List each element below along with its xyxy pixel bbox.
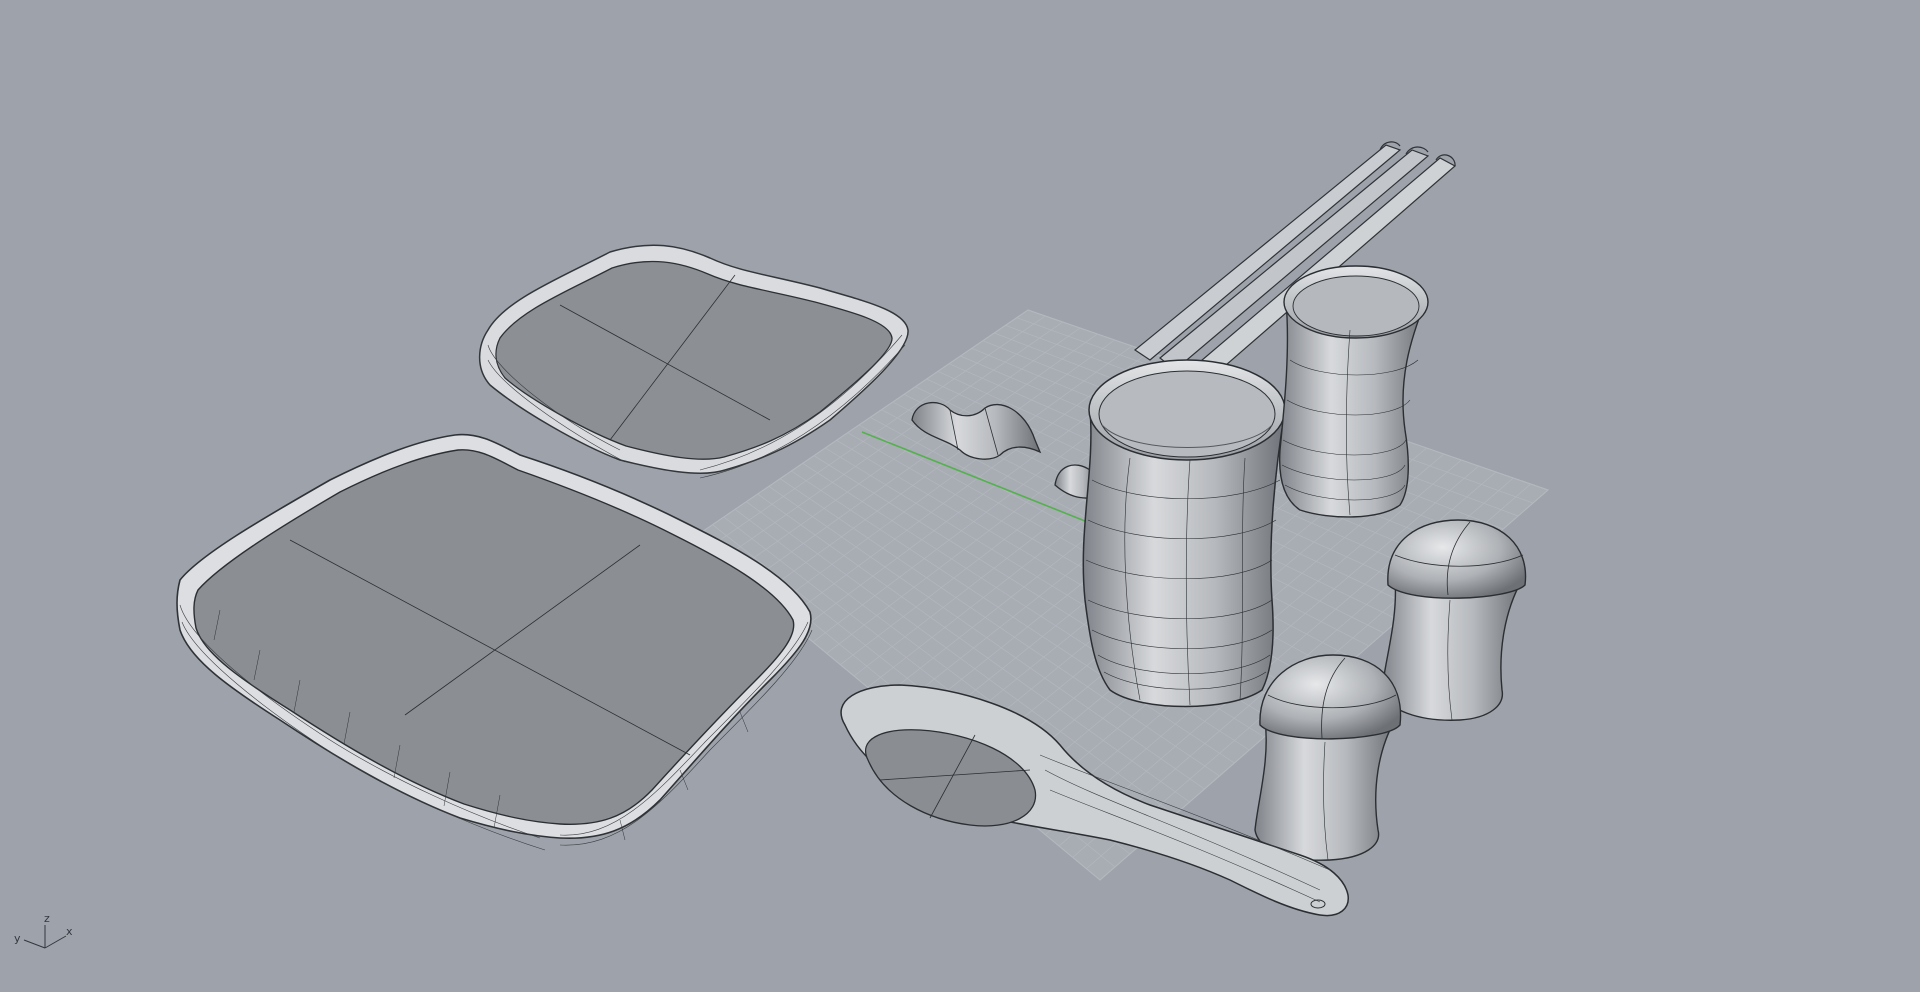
axis-widget: z x y [14,912,73,949]
pepper-shaker[interactable] [1254,654,1402,861]
axis-label-y: y [14,932,21,945]
salt-shaker[interactable] [1381,519,1527,721]
axis-label-z: z [44,912,50,925]
axis-label-x: x [66,925,73,938]
short-cup[interactable] [1278,265,1429,518]
large-tray[interactable] [176,433,813,851]
tall-cup[interactable] [1082,359,1286,708]
perspective-viewport[interactable]: z x y [0,0,1920,992]
